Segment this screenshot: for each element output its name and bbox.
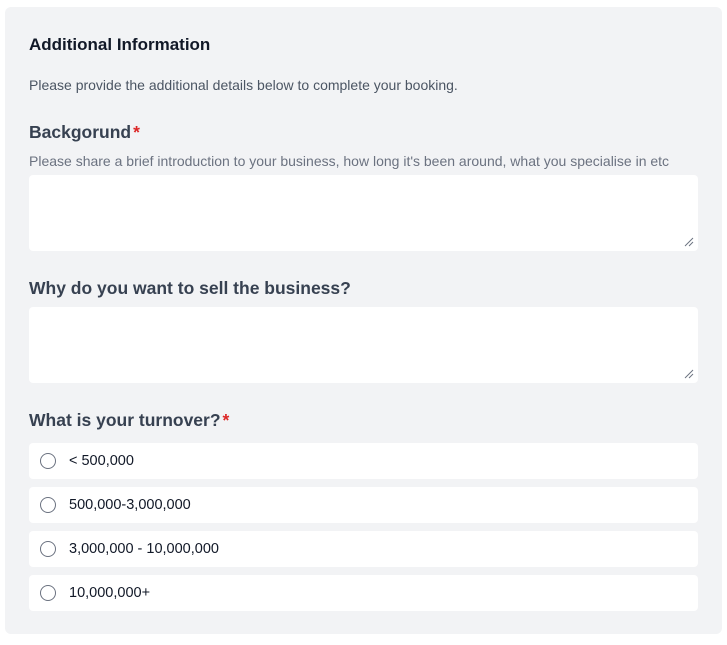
background-label: Backgorund *: [29, 121, 140, 143]
reason-textarea[interactable]: [29, 307, 698, 383]
turnover-option-label: 10,000,000+: [69, 585, 151, 601]
required-marker: *: [133, 122, 140, 142]
background-hint: Please share a brief introduction to you…: [29, 153, 670, 169]
reason-label-text: Why do you want to sell the business?: [29, 278, 351, 298]
turnover-option-label: < 500,000: [69, 453, 134, 469]
turnover-label: What is your turnover? *: [29, 409, 229, 431]
turnover-option-label: 500,000-3,000,000: [69, 497, 191, 513]
turnover-option[interactable]: 500,000-3,000,000: [29, 487, 698, 523]
additional-information-panel: Additional Information Please provide th…: [5, 7, 722, 634]
radio-unchecked-icon[interactable]: [40, 585, 56, 601]
radio-unchecked-icon[interactable]: [40, 497, 56, 513]
turnover-option[interactable]: < 500,000: [29, 443, 698, 479]
radio-unchecked-icon[interactable]: [40, 453, 56, 469]
reason-label: Why do you want to sell the business?: [29, 277, 351, 299]
resize-grip-icon[interactable]: [684, 369, 694, 379]
turnover-label-text: What is your turnover?: [29, 410, 221, 430]
radio-unchecked-icon[interactable]: [40, 541, 56, 557]
resize-grip-icon[interactable]: [684, 237, 694, 247]
turnover-option-label: 3,000,000 - 10,000,000: [69, 541, 219, 557]
background-textarea[interactable]: [29, 175, 698, 251]
turnover-option[interactable]: 3,000,000 - 10,000,000: [29, 531, 698, 567]
section-description: Please provide the additional details be…: [29, 77, 458, 93]
required-marker: *: [222, 410, 230, 430]
turnover-option[interactable]: 10,000,000+: [29, 575, 698, 611]
background-label-text: Backgorund: [29, 122, 132, 142]
section-title: Additional Information: [29, 35, 211, 54]
